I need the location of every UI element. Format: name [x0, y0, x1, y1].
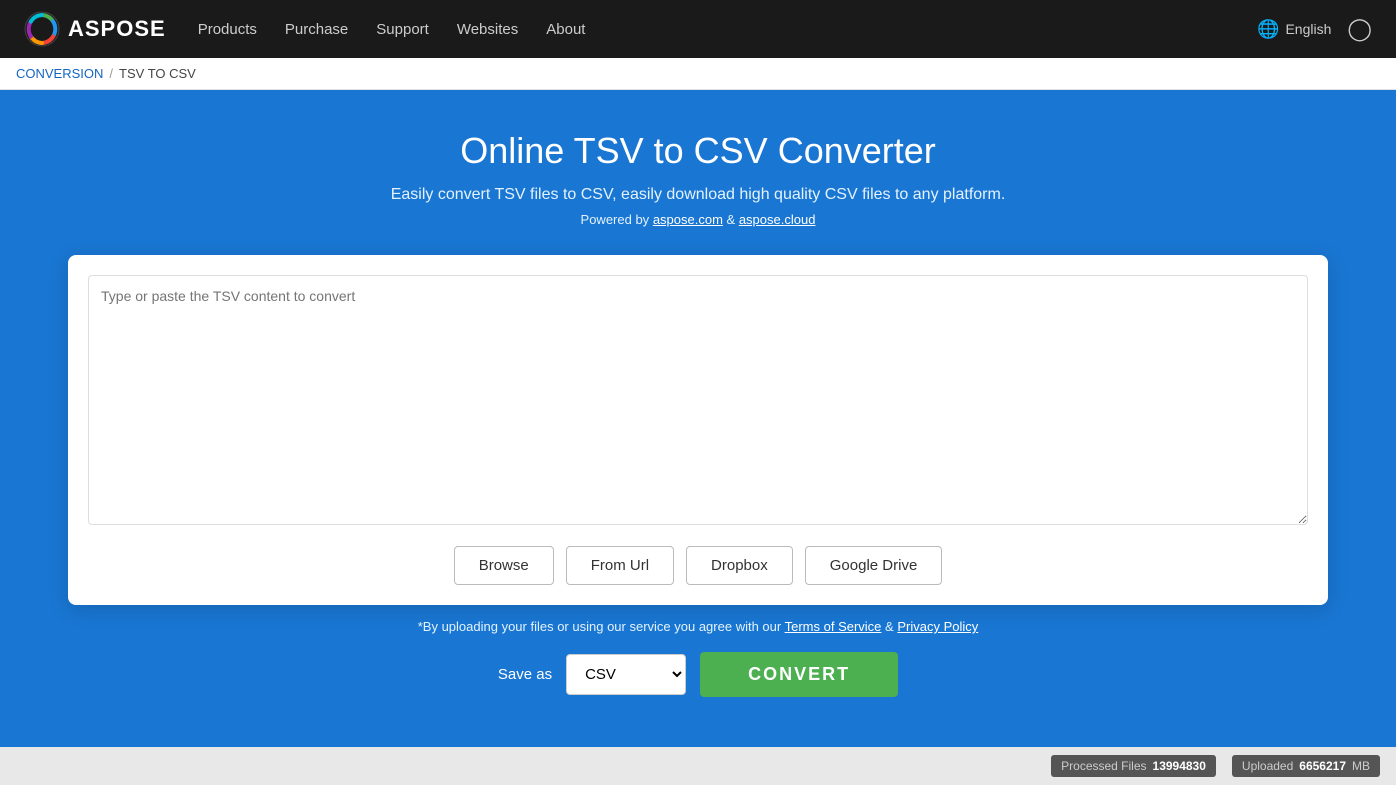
- page-footer: Processed Files 13994830 Uploaded 665621…: [0, 747, 1396, 785]
- tsv-input-textarea[interactable]: [88, 275, 1308, 525]
- powered-by-amp: &: [727, 212, 736, 227]
- page-title: Online TSV to CSV Converter: [460, 130, 936, 172]
- logo-area[interactable]: ASPOSE: [24, 11, 166, 47]
- language-label: English: [1285, 21, 1331, 37]
- convert-button[interactable]: CONVERT: [700, 652, 898, 697]
- privacy-link[interactable]: Privacy Policy: [897, 619, 978, 634]
- breadcrumb-conversion-link[interactable]: CONVERSION: [16, 66, 103, 81]
- processed-files-label: Processed Files: [1061, 759, 1146, 773]
- nav-websites[interactable]: Websites: [457, 21, 518, 38]
- nav-about[interactable]: About: [546, 21, 585, 38]
- aspose-logo-icon: [24, 11, 60, 47]
- file-buttons-row: Browse From Url Dropbox Google Drive: [88, 546, 1308, 585]
- tos-prefix: *By uploading your files or using our se…: [418, 619, 781, 634]
- processed-files-value: 13994830: [1153, 759, 1206, 773]
- browse-button[interactable]: Browse: [454, 546, 554, 585]
- tos-amp: &: [885, 619, 897, 634]
- tos-link[interactable]: Terms of Service: [785, 619, 882, 634]
- nav-products[interactable]: Products: [198, 21, 257, 38]
- powered-by-prefix: Powered by: [581, 212, 650, 227]
- user-account-icon[interactable]: ◯: [1347, 16, 1372, 42]
- navbar: ASPOSE Products Purchase Support Website…: [0, 0, 1396, 58]
- uploaded-stat: Uploaded 6656217 MB: [1232, 755, 1380, 777]
- save-as-row: Save as CSV XLSX XLS ODS HTML TSV CONVER…: [498, 652, 898, 697]
- tos-notice: *By uploading your files or using our se…: [418, 619, 979, 634]
- main-content: Online TSV to CSV Converter Easily conve…: [0, 90, 1396, 747]
- google-drive-button[interactable]: Google Drive: [805, 546, 943, 585]
- navbar-left: ASPOSE Products Purchase Support Website…: [24, 11, 585, 47]
- save-as-label: Save as: [498, 666, 552, 683]
- breadcrumb-separator: /: [109, 66, 113, 81]
- navbar-right: 🌐 English ◯: [1257, 16, 1372, 42]
- from-url-button[interactable]: From Url: [566, 546, 674, 585]
- nav-links: Products Purchase Support Websites About: [198, 21, 586, 38]
- aspose-com-link[interactable]: aspose.com: [653, 212, 723, 227]
- aspose-cloud-link[interactable]: aspose.cloud: [739, 212, 816, 227]
- language-button[interactable]: 🌐 English: [1257, 19, 1331, 40]
- processed-files-stat: Processed Files 13994830: [1051, 755, 1216, 777]
- breadcrumb-current-page: TSV TO CSV: [119, 66, 196, 81]
- uploaded-unit: MB: [1352, 759, 1370, 773]
- uploaded-label: Uploaded: [1242, 759, 1293, 773]
- save-as-select[interactable]: CSV XLSX XLS ODS HTML TSV: [566, 654, 686, 695]
- dropbox-button[interactable]: Dropbox: [686, 546, 793, 585]
- page-subtitle: Easily convert TSV files to CSV, easily …: [391, 186, 1006, 204]
- breadcrumb: CONVERSION / TSV TO CSV: [0, 58, 1396, 90]
- converter-card: Browse From Url Dropbox Google Drive: [68, 255, 1328, 605]
- nav-purchase[interactable]: Purchase: [285, 21, 348, 38]
- brand-name: ASPOSE: [68, 16, 166, 42]
- uploaded-value: 6656217: [1299, 759, 1346, 773]
- nav-support[interactable]: Support: [376, 21, 429, 38]
- globe-icon: 🌐: [1257, 19, 1279, 40]
- powered-by: Powered by aspose.com & aspose.cloud: [581, 212, 816, 227]
